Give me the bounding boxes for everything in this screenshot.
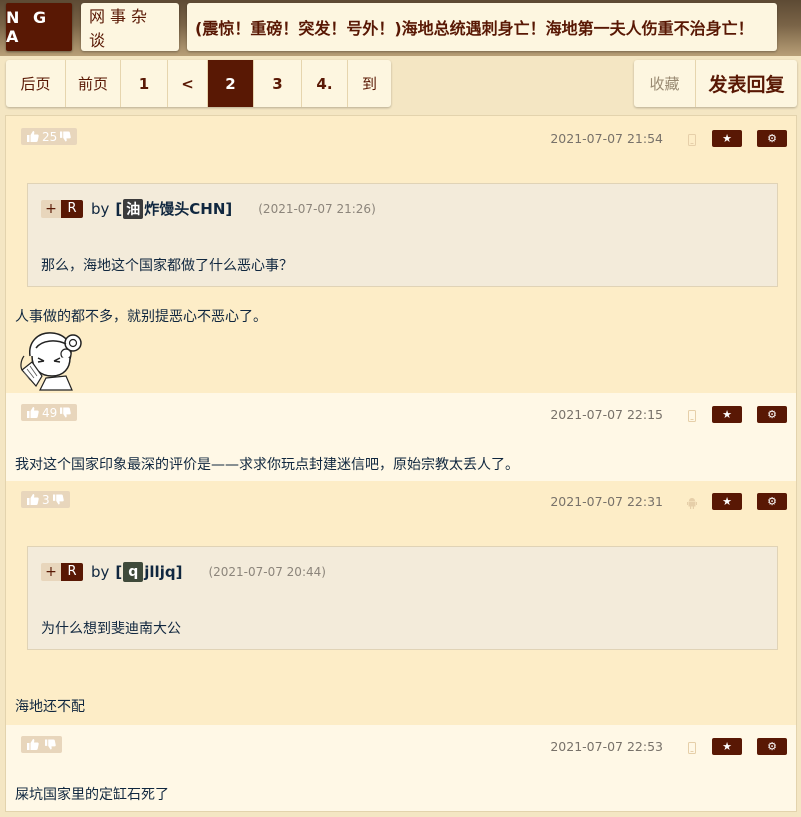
author-avatar: 油 [123,198,144,219]
thumbs-down-icon[interactable] [60,131,72,142]
author-name: jlljq] [144,562,183,581]
quote-header: + R by [ 油 炸馒头CHN] (2021-07-07 21:26) [41,198,376,219]
like-count: 25 [42,129,58,144]
reply-tag[interactable]: R [61,199,83,218]
settings-button[interactable]: ⚙ [757,406,787,423]
quote-block: + R by [ 油 炸馒头CHN] (2021-07-07 21:26) 那么… [27,183,778,287]
post-list: 25 2021-07-07 21:54 ★ ⚙ + R by [ 油 炸馒头CH… [5,115,797,812]
star-button[interactable]: ★ [712,406,742,423]
quote-by: by [91,199,110,218]
star-icon: ★ [722,495,732,508]
thumbs-up-icon[interactable] [27,494,39,505]
pagination: 后页 前页 1 < 2 3 4. 到 [6,60,391,107]
quote-text: 那么，海地这个国家都做了什么恶心事？ [41,258,293,274]
like-counter[interactable]: 25 [21,128,78,145]
post-content: 海地还不配 [15,699,85,715]
quote-time: (2021-07-07 20:44) [208,564,326,579]
quote-add-button[interactable]: + [41,562,61,581]
gear-icon: ⚙ [767,408,777,421]
post-date: 2021-07-07 22:15 [550,407,663,422]
page-4-button[interactable]: 4. [302,60,348,107]
quote-add-button[interactable]: + [41,199,61,218]
author-bracket: [ [115,562,123,581]
prev-page-button[interactable]: 前页 [66,60,121,107]
author-avatar: q [123,561,144,582]
post-content: 人事做的都不多，就别提恶心不恶心了。 [15,309,267,325]
post: 2021-07-07 22:53 ★ ⚙ 屎坑国家里的定缸石死了 [6,725,796,811]
phone-icon [687,409,697,422]
thread-actions: 收藏 发表回复 [634,60,797,107]
like-counter[interactable] [21,736,62,753]
like-counter[interactable]: 3 [21,491,70,508]
post: 49 2021-07-07 22:15 ★ ⚙ 我对这个国家印象最深的评价是——… [6,393,796,481]
like-count: 3 [42,492,50,507]
star-button[interactable]: ★ [712,130,742,147]
page-2-button[interactable]: 2 [208,60,254,107]
gear-icon: ⚙ [767,495,777,508]
thumbs-up-icon[interactable] [27,131,39,142]
phone-icon [687,133,697,146]
page-back-button[interactable]: < [168,60,208,107]
page-3-button[interactable]: 3 [254,60,302,107]
quote-text: 为什么想到斐迪南大公 [41,621,181,637]
star-icon: ★ [722,408,732,421]
post-date: 2021-07-07 22:53 [550,739,663,754]
phone-icon [687,741,697,754]
nga-logo[interactable]: N G A [6,3,72,51]
star-button[interactable]: ★ [712,493,742,510]
goto-page-button[interactable]: 到 [348,60,391,107]
quote-header: + R by [ q jlljq] (2021-07-07 20:44) [41,561,326,582]
star-icon: ★ [722,132,732,145]
post: 3 2021-07-07 22:31 ★ ⚙ + R by [ q jlljq]… [6,481,796,725]
post-content: 我对这个国家印象最深的评价是——求求你玩点封建迷信吧，原始宗教太丢人了。 [15,457,519,473]
quote-by: by [91,562,110,581]
anime-girl-sticker [16,326,86,396]
thumbs-up-icon[interactable] [27,407,39,418]
author-bracket: [ [115,199,123,218]
breadcrumb-board[interactable]: 网事杂谈 [81,3,179,51]
post-date: 2021-07-07 21:54 [550,131,663,146]
settings-button[interactable]: ⚙ [757,738,787,755]
quote-time: (2021-07-07 21:26) [258,201,376,216]
star-icon: ★ [722,740,732,753]
post-date: 2021-07-07 22:31 [550,494,663,509]
post-content: 屎坑国家里的定缸石死了 [15,787,169,803]
post: 25 2021-07-07 21:54 ★ ⚙ + R by [ 油 炸馒头CH… [6,116,796,393]
favorite-button[interactable]: 收藏 [634,60,696,107]
quote-author[interactable]: [ q jlljq] [115,561,183,582]
star-button[interactable]: ★ [712,738,742,755]
gear-icon: ⚙ [767,740,777,753]
thumbs-down-icon[interactable] [52,494,64,505]
android-icon [687,496,697,509]
reply-tag[interactable]: R [61,562,83,581]
thread-title[interactable]: (震惊！重磅！突发！号外！)海地总统遇刺身亡！海地第一夫人伤重不治身亡！ [187,3,777,51]
settings-button[interactable]: ⚙ [757,130,787,147]
gear-icon: ⚙ [767,132,777,145]
reply-button[interactable]: 发表回复 [696,60,797,107]
like-counter[interactable]: 49 [21,404,78,421]
quote-block: + R by [ q jlljq] (2021-07-07 20:44) 为什么… [27,546,778,650]
quote-author[interactable]: [ 油 炸馒头CHN] [115,198,232,219]
thumbs-up-icon[interactable] [27,739,39,750]
settings-button[interactable]: ⚙ [757,493,787,510]
thumbs-down-icon[interactable] [60,407,72,418]
next-page-button[interactable]: 后页 [6,60,66,107]
page-1-button[interactable]: 1 [121,60,168,107]
author-name: 炸馒头CHN] [144,200,233,218]
like-count: 49 [42,405,58,420]
thumbs-down-icon[interactable] [45,739,56,750]
